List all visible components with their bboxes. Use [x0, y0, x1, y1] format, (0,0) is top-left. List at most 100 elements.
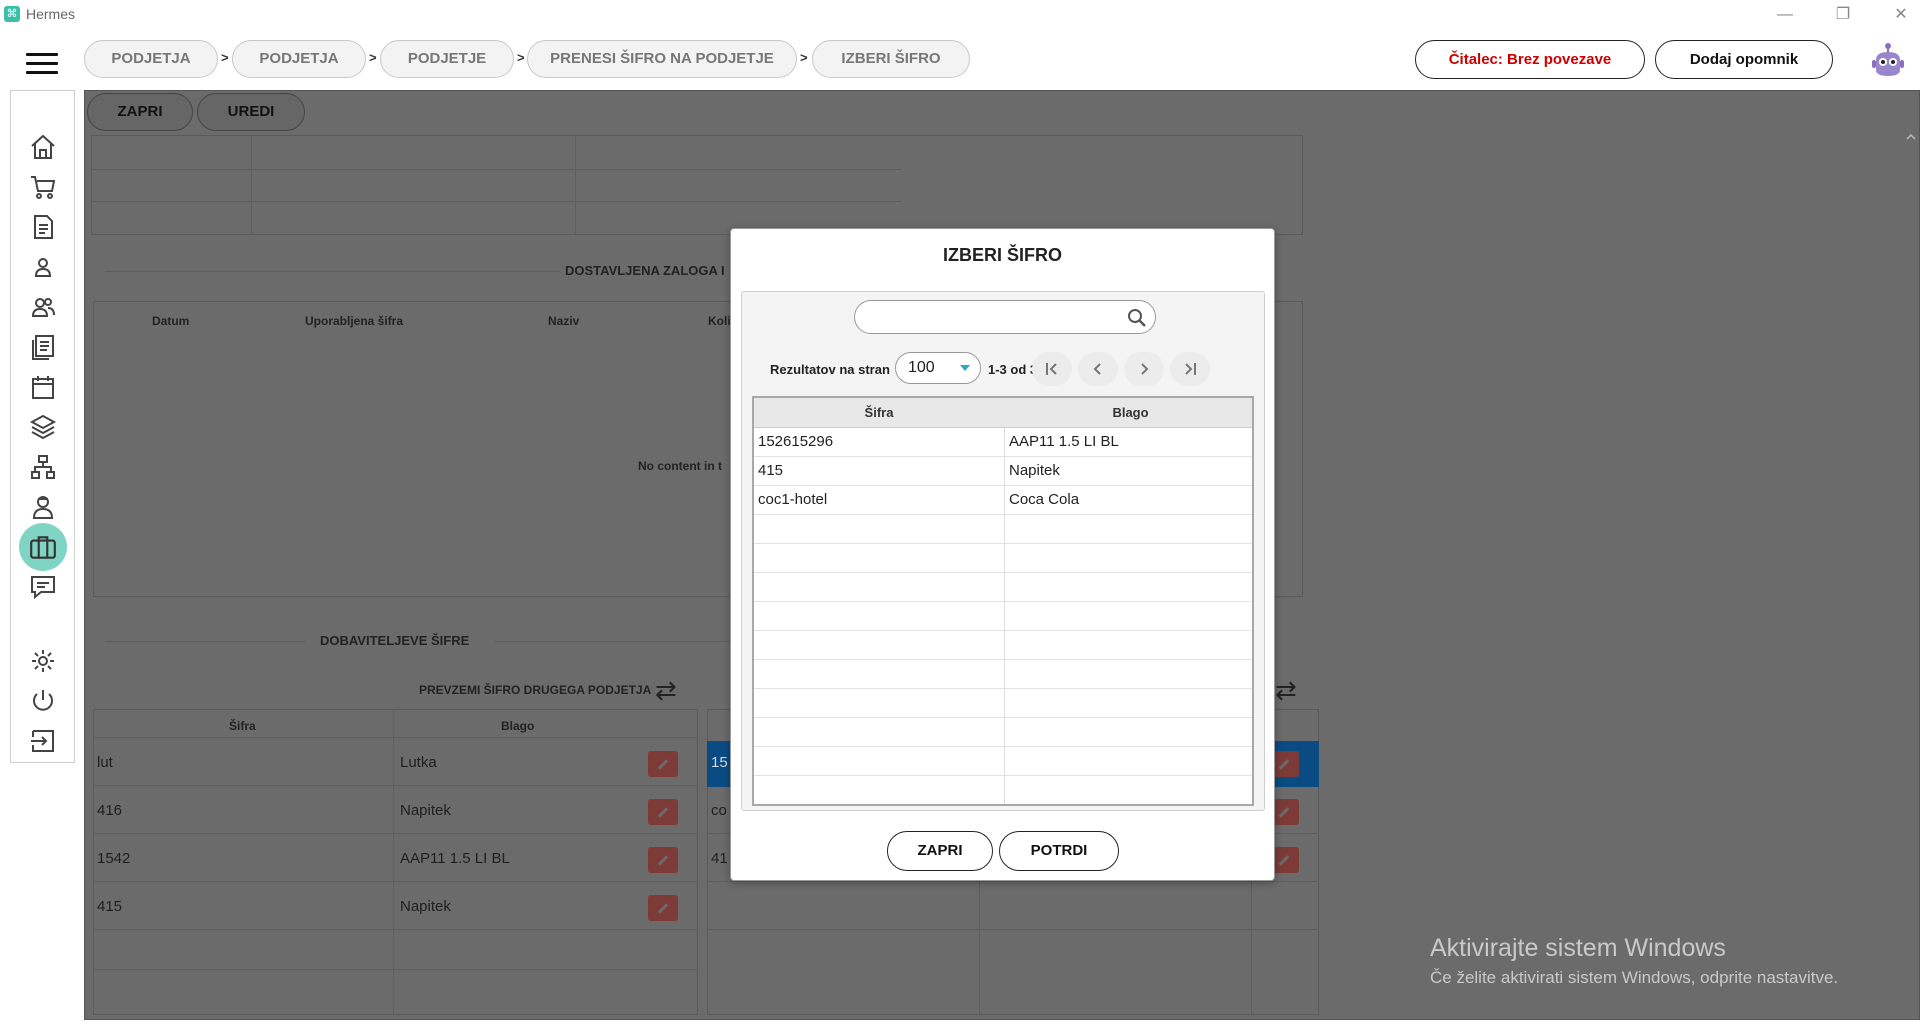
logout-icon[interactable]: [25, 723, 61, 759]
empty-state-text: No content in t: [638, 459, 722, 473]
divider: [105, 271, 560, 272]
close-window-button[interactable]: ✕: [1878, 2, 1920, 28]
add-reminder-button[interactable]: Dodaj opomnik: [1655, 40, 1833, 79]
breadcrumb-podjetja-1[interactable]: PODJETJA: [84, 40, 218, 78]
row-item: Napitek: [1009, 462, 1060, 479]
column-header: Naziv: [548, 314, 580, 328]
first-page-icon: [1046, 363, 1057, 375]
search-input[interactable]: [869, 307, 1119, 329]
employee-icon[interactable]: [25, 489, 61, 525]
sidebar: [10, 90, 75, 763]
empty-row: [754, 602, 1252, 631]
results-per-page-label: Rezultatov na stran: [770, 362, 890, 377]
close-button[interactable]: ZAPRI: [887, 831, 993, 871]
breadcrumb-podjetja-2[interactable]: PODJETJA: [232, 40, 366, 78]
robot-avatar-icon: [1872, 43, 1904, 76]
last-page-button[interactable]: [1170, 352, 1210, 386]
breadcrumb-podjetje[interactable]: PODJETJE: [380, 40, 514, 78]
empty-row: [754, 660, 1252, 689]
table-row-item: Lutka: [400, 754, 437, 771]
app-logo-icon: ⌘: [4, 6, 20, 22]
window-title: Hermes: [26, 6, 76, 22]
table-row-code: co: [711, 802, 727, 819]
empty-row: [754, 747, 1252, 776]
previous-page-button[interactable]: [1078, 352, 1118, 386]
layers-icon[interactable]: [25, 409, 61, 445]
hierarchy-icon[interactable]: [25, 449, 61, 485]
results-per-page-value: 100: [908, 359, 935, 376]
empty-row: [754, 718, 1252, 747]
edit-icon: [648, 847, 678, 873]
results-per-page-select[interactable]: 100: [895, 352, 981, 384]
row-code: 152615296: [758, 433, 834, 450]
grid-header: Šifra Blago: [754, 398, 1252, 428]
divider: [251, 135, 252, 235]
column-header-sifra[interactable]: Šifra: [754, 398, 1004, 428]
window-titlebar: ⌘ Hermes — ❐ ✕: [0, 0, 1920, 28]
cart-icon[interactable]: [25, 169, 61, 205]
list-icon[interactable]: [25, 329, 61, 365]
table-row-item: Napitek: [400, 898, 451, 915]
search-field[interactable]: [854, 300, 1156, 334]
avatar[interactable]: [1868, 40, 1908, 80]
close-button-background: ZAPRI: [87, 93, 193, 131]
divider: [93, 785, 698, 786]
user-icon[interactable]: [25, 249, 61, 285]
menu-icon[interactable]: [26, 53, 58, 75]
calendar-icon[interactable]: [25, 369, 61, 405]
briefcase-icon[interactable]: [19, 523, 67, 571]
table-row[interactable]: coc1-hotel Coca Cola: [754, 486, 1252, 515]
confirm-button[interactable]: POTRDI: [999, 831, 1119, 871]
table-row-code: 416: [97, 802, 123, 819]
edit-icon: [648, 895, 678, 921]
dialog-title: IZBERI ŠIFRO: [942, 245, 1062, 265]
column-header-blago[interactable]: Blago: [1005, 398, 1252, 428]
chevron-right-icon: [1141, 363, 1149, 375]
empty-row: [754, 689, 1252, 718]
next-page-button[interactable]: [1124, 352, 1164, 386]
home-icon[interactable]: [25, 129, 61, 165]
scroll-up-icon[interactable]: [1904, 130, 1918, 144]
breadcrumb-separator: >: [800, 50, 808, 65]
gear-icon[interactable]: [25, 643, 61, 679]
take-over-code-link: PREVZEMI ŠIFRO DRUGEGA PODJETJA: [419, 683, 652, 697]
power-icon[interactable]: [25, 683, 61, 719]
users-icon[interactable]: [25, 289, 61, 325]
column-header: Blago: [501, 719, 535, 733]
column-header: Koli: [708, 314, 731, 328]
chevron-down-icon: [960, 365, 970, 371]
stock-section-title: DOSTAVLJENA ZALOGA I: [565, 263, 725, 278]
table-row-code: 41: [711, 850, 728, 867]
divider: [105, 641, 305, 642]
table-row-code: lut: [97, 754, 113, 771]
activation-watermark-subtitle: Če želite aktivirati sistem Windows, odp…: [1430, 968, 1839, 987]
divider: [575, 135, 576, 235]
breadcrumb-separator: >: [221, 50, 229, 65]
breadcrumb-prenesi-sifro[interactable]: PRENESI ŠIFRO NA PODJETJE: [527, 40, 797, 78]
page-scrollbar[interactable]: [1904, 130, 1918, 1020]
select-code-dialog: IZBERI ŠIFRO Rezultatov na stran 100 1-3…: [730, 228, 1275, 881]
column-header: Datum: [152, 314, 190, 328]
table-row-item: AAP11 1.5 LI BL: [400, 850, 510, 867]
transfer-icon: ⇄: [1275, 675, 1297, 705]
empty-row: [754, 573, 1252, 602]
row-code: coc1-hotel: [758, 491, 828, 508]
table-row[interactable]: 415 Napitek: [754, 457, 1252, 486]
first-page-button[interactable]: [1032, 352, 1072, 386]
breadcrumb-izberi-sifro[interactable]: IZBERI ŠIFRO: [812, 40, 970, 78]
reader-status-button[interactable]: Čitalec: Brez povezave: [1415, 40, 1645, 79]
empty-row: [754, 515, 1252, 544]
search-icon[interactable]: [1127, 308, 1147, 328]
transfer-icon: ⇄: [655, 675, 677, 705]
top-details-panel: [91, 135, 1303, 235]
divider: [93, 833, 698, 834]
table-row[interactable]: 152615296 AAP11 1.5 LI BL: [754, 428, 1252, 457]
table-row-code: 15: [711, 754, 728, 771]
restore-button[interactable]: ❐: [1820, 2, 1866, 28]
empty-row: [754, 776, 1252, 804]
divider: [93, 737, 698, 738]
document-icon[interactable]: [25, 209, 61, 245]
minimize-button[interactable]: —: [1762, 2, 1808, 28]
row-item: AAP11 1.5 LI BL: [1009, 433, 1119, 450]
chat-icon[interactable]: [25, 569, 61, 605]
